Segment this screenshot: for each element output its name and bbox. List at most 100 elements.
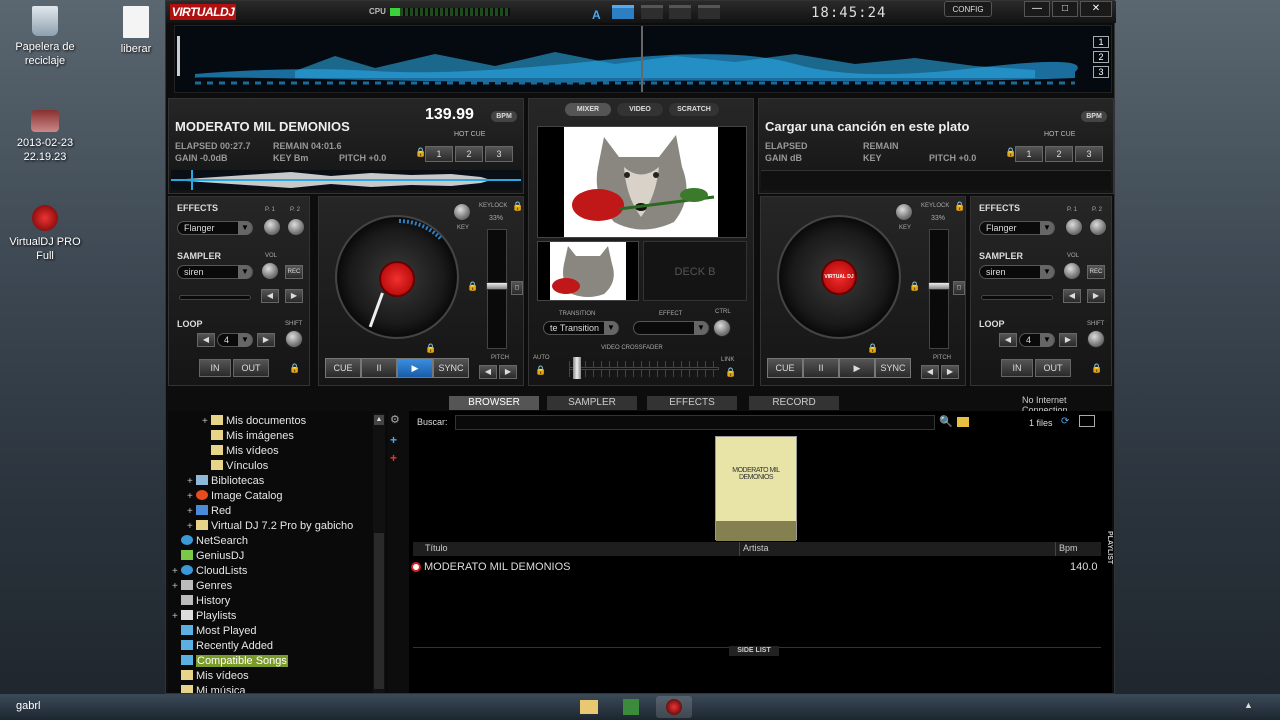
expand-icon[interactable]: + — [202, 416, 211, 427]
sampler-volume-knob[interactable] — [261, 262, 279, 280]
expand-icon[interactable]: + — [172, 611, 181, 622]
lock-icon[interactable]: 🔒 — [954, 201, 965, 212]
effect-select[interactable]: Flanger ▼ — [177, 221, 253, 235]
config-button[interactable]: CONFIG — [944, 1, 992, 17]
tree-item[interactable]: + Image Catalog — [187, 490, 283, 502]
rec-button[interactable]: REC — [1087, 265, 1105, 279]
pitch-bend-up-button[interactable]: ▶ — [941, 365, 959, 379]
effect-select[interactable]: Flanger ▼ — [979, 221, 1055, 235]
pitch-reset-button[interactable]: ◻ — [953, 281, 965, 295]
scroll-thumb[interactable] — [374, 533, 384, 689]
layout-button-1[interactable] — [612, 5, 635, 19]
search-icon[interactable]: 🔍 — [939, 415, 953, 428]
play-button[interactable]: ▶ — [839, 358, 875, 378]
page-button-3[interactable]: 3 — [1093, 66, 1109, 78]
key-knob[interactable] — [453, 203, 471, 221]
column-title[interactable]: Título — [425, 543, 448, 553]
sampler-select[interactable]: siren ▼ — [979, 265, 1055, 279]
tree-item-selected[interactable]: Compatible Songs — [181, 655, 288, 667]
layout-button-4[interactable] — [697, 5, 720, 19]
tab-sampler[interactable]: SAMPLER — [547, 396, 637, 410]
loop-in-button[interactable]: IN — [199, 359, 231, 377]
loop-in-button[interactable]: IN — [1001, 359, 1033, 377]
effect-param2-knob[interactable] — [287, 218, 305, 236]
loop-increase-button[interactable]: ▶ — [257, 333, 275, 347]
tree-item[interactable]: + Red — [187, 505, 231, 517]
cue-button[interactable]: CUE — [325, 358, 361, 378]
rec-button[interactable]: REC — [285, 265, 303, 279]
tree-item[interactable]: Vínculos — [211, 460, 268, 472]
close-button[interactable]: ✕ — [1080, 1, 1112, 17]
tab-mixer[interactable]: MIXER — [565, 103, 611, 116]
loop-decrease-button[interactable]: ◀ — [197, 333, 215, 347]
expand-icon[interactable]: + — [187, 491, 196, 502]
hotcue-button-2[interactable]: 2 — [455, 146, 483, 162]
loop-shift-knob[interactable] — [1087, 330, 1105, 348]
pitch-slider-thumb[interactable] — [928, 282, 950, 290]
expand-icon[interactable]: + — [172, 566, 181, 577]
video-effect-ctrl-knob[interactable] — [713, 319, 731, 337]
tree-item[interactable]: Mis vídeos — [211, 445, 279, 457]
pitch-bend-up-button[interactable]: ▶ — [499, 365, 517, 379]
video-effect-select[interactable]: ▼ — [633, 321, 709, 335]
play-button[interactable]: ▶ — [397, 358, 433, 378]
loop-size-select[interactable]: 4 ▼ — [217, 333, 253, 347]
view-mode-icon[interactable] — [1079, 415, 1095, 427]
tree-item[interactable]: Most Played — [181, 625, 257, 637]
loop-size-select[interactable]: 4 ▼ — [1019, 333, 1055, 347]
layout-button-2[interactable] — [640, 5, 663, 19]
pitch-bend-down-button[interactable]: ◀ — [921, 365, 939, 379]
deck-b-bpm-button[interactable]: BPM — [1081, 111, 1107, 122]
tree-item[interactable]: Mis imágenes — [211, 430, 294, 442]
tree-item[interactable]: + Genres — [172, 580, 232, 592]
sampler-select[interactable]: siren ▼ — [177, 265, 253, 279]
loop-increase-button[interactable]: ▶ — [1059, 333, 1077, 347]
sync-button[interactable]: SYNC — [433, 358, 469, 378]
pitch-bend-down-button[interactable]: ◀ — [479, 365, 497, 379]
tree-item[interactable]: + Virtual DJ 7.2 Pro by gabicho — [187, 520, 353, 532]
layout-button-3[interactable] — [669, 5, 692, 19]
side-list-toggle[interactable]: SIDE LIST — [729, 646, 779, 656]
tray-expand-icon[interactable]: ▲ — [1244, 700, 1253, 710]
deck-b-mini-waveform[interactable] — [761, 170, 1111, 190]
tree-item[interactable]: + Mis documentos — [202, 415, 306, 427]
sync-button[interactable]: SYNC — [875, 358, 911, 378]
tree-item[interactable]: Recently Added — [181, 640, 273, 652]
tree-item[interactable]: GeniusDJ — [181, 550, 244, 562]
deck-a-bpm-button[interactable]: BPM — [491, 111, 517, 122]
page-button-1[interactable]: 1 — [1093, 36, 1109, 48]
maximize-button[interactable]: □ — [1052, 1, 1078, 17]
refresh-icon[interactable]: ⟳ — [1061, 416, 1069, 427]
tab-browser[interactable]: BROWSER — [449, 396, 539, 410]
pitch-reset-button[interactable]: ◻ — [511, 281, 523, 295]
excel-taskbar-icon[interactable] — [614, 696, 650, 718]
sampler-prev-button[interactable]: ◀ — [1063, 289, 1081, 303]
automix-icon[interactable]: A — [592, 8, 606, 22]
lock-icon[interactable]: 🔒 — [289, 363, 300, 374]
hotcue-button-2[interactable]: 2 — [1045, 146, 1073, 162]
waveform-display[interactable]: 1 2 3 — [174, 25, 1112, 93]
tab-scratch[interactable]: SCRATCH — [669, 103, 719, 116]
sampler-volume-knob[interactable] — [1063, 262, 1081, 280]
tab-effects[interactable]: EFFECTS — [647, 396, 737, 410]
effect-param1-knob[interactable] — [1065, 218, 1083, 236]
tree-item[interactable]: + CloudLists — [172, 565, 247, 577]
explorer-taskbar-icon[interactable] — [572, 696, 608, 718]
column-bpm[interactable]: Bpm — [1059, 543, 1078, 553]
minimize-button[interactable]: — — [1024, 1, 1050, 17]
column-artist[interactable]: Artista — [743, 543, 769, 553]
pause-button[interactable]: II — [803, 358, 839, 378]
lock-icon[interactable]: 🔒 — [467, 281, 478, 292]
tree-item[interactable]: History — [181, 595, 230, 607]
tab-video[interactable]: VIDEO — [617, 103, 663, 116]
hotcue-button-3[interactable]: 3 — [1075, 146, 1103, 162]
desktop-icon-recycle-bin[interactable]: Papelera de reciclaje — [0, 6, 90, 68]
lock-icon[interactable]: 🔒 — [512, 201, 523, 212]
playlist-toggle[interactable]: PLAYLIST — [1103, 531, 1113, 591]
pause-button[interactable]: II — [361, 358, 397, 378]
tree-scrollbar[interactable]: ▲ — [373, 413, 385, 693]
deck-a-mini-waveform[interactable] — [171, 170, 521, 190]
pitch-slider-thumb[interactable] — [486, 282, 508, 290]
desktop-icon-virtualdj[interactable]: VirtualDJ PRO Full — [0, 205, 90, 263]
lock-icon[interactable]: 🔒 — [1091, 363, 1102, 374]
